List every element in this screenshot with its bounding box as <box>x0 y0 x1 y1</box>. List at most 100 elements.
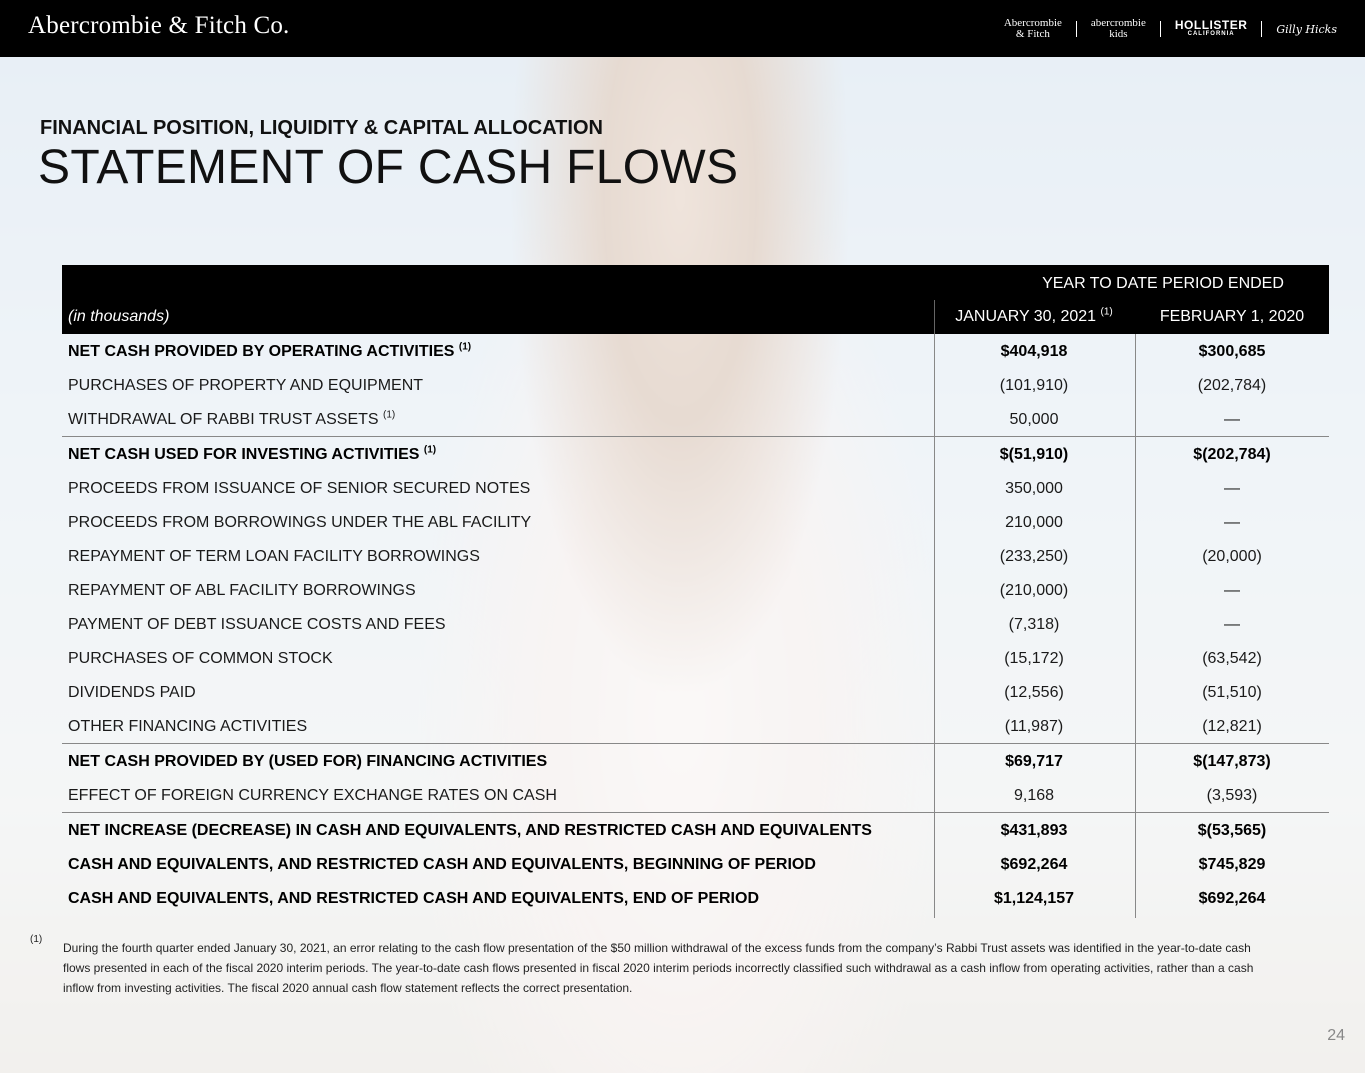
brand-line: HOLLISTER <box>1174 18 1248 32</box>
value-2021: $69,717 <box>1005 753 1063 770</box>
brand-line: CALIFORNIA <box>1187 31 1235 37</box>
value-2020: $300,685 <box>1198 343 1266 360</box>
footnote-ref: (1) <box>383 409 396 421</box>
units-label: (in thousands) <box>68 308 170 325</box>
value-2020: $(53,565) <box>1197 822 1267 839</box>
value-2020: — <box>1224 616 1240 633</box>
value-2020: (202,784) <box>1197 377 1267 394</box>
value-2021: (101,910) <box>999 377 1069 394</box>
row-label-text: NET CASH PROVIDED BY OPERATING ACTIVITIE… <box>68 343 455 360</box>
table-row: NET CASH PROVIDED BY OPERATING ACTIVITIE… <box>62 334 1329 368</box>
table-row: EFFECT OF FOREIGN CURRENCY EXCHANGE RATE… <box>62 778 1329 812</box>
row-label: NET CASH USED FOR INVESTING ACTIVITIES (… <box>68 444 437 464</box>
brand-separator <box>1261 21 1263 37</box>
table-row: CASH AND EQUIVALENTS, AND RESTRICTED CAS… <box>62 881 1329 915</box>
row-label-text: PURCHASES OF PROPERTY AND EQUIPMENT <box>68 377 424 394</box>
table-row: WITHDRAWAL OF RABBI TRUST ASSETS (1) 50,0… <box>62 402 1329 436</box>
row-label-text: CASH AND EQUIVALENTS, AND RESTRICTED CAS… <box>68 890 759 907</box>
row-label: PURCHASES OF PROPERTY AND EQUIPMENT <box>68 377 423 395</box>
value-2021: $(51,910) <box>999 446 1069 463</box>
row-label: PAYMENT OF DEBT ISSUANCE COSTS AND FEES <box>68 616 446 634</box>
section-eyebrow: FINANCIAL POSITION, LIQUIDITY & CAPITAL … <box>40 117 603 139</box>
row-label: EFFECT OF FOREIGN CURRENCY EXCHANGE RATE… <box>68 787 557 805</box>
brand-gilly-hicks: Gilly Hicks <box>1276 24 1337 35</box>
value-2021: $692,264 <box>1000 856 1068 873</box>
table-row: NET CASH USED FOR INVESTING ACTIVITIES (… <box>62 436 1329 471</box>
row-label-text: CASH AND EQUIVALENTS, AND RESTRICTED CAS… <box>68 856 816 873</box>
brand-line: Gilly Hicks <box>1276 22 1337 36</box>
cash-flow-table: YEAR TO DATE PERIOD ENDED (in thousands)… <box>62 265 1329 918</box>
row-label: NET INCREASE (DECREASE) IN CASH AND EQUI… <box>68 822 872 840</box>
row-label: CASH AND EQUIVALENTS, AND RESTRICTED CAS… <box>68 856 816 874</box>
value-2020: (63,542) <box>1202 650 1262 667</box>
row-label: NET CASH PROVIDED BY OPERATING ACTIVITIE… <box>68 341 472 361</box>
table-row: PROCEEDS FROM ISSUANCE OF SENIOR SECURED… <box>62 471 1329 505</box>
value-2020: (20,000) <box>1202 548 1262 565</box>
table-row: PURCHASES OF COMMON STOCK (15,172) (63,542… <box>62 641 1329 675</box>
table-row: CASH AND EQUIVALENTS, AND RESTRICTED CAS… <box>62 847 1329 881</box>
row-label-text: NET INCREASE (DECREASE) IN CASH AND EQUI… <box>68 822 872 839</box>
row-label: CASH AND EQUIVALENTS, AND RESTRICTED CAS… <box>68 890 759 908</box>
brand-abercrombie-fitch: Abercrombie & Fitch <box>1004 18 1062 40</box>
row-label: PROCEEDS FROM ISSUANCE OF SENIOR SECURED… <box>68 480 530 498</box>
page-number: 24 <box>1327 1027 1345 1044</box>
value-2021: (7,318) <box>1008 616 1060 633</box>
value-2021: (15,172) <box>1004 650 1064 667</box>
value-2021: (11,987) <box>1004 718 1064 735</box>
table-row: REPAYMENT OF TERM LOAN FACILITY BORROWIN… <box>62 539 1329 573</box>
table-row: NET CASH PROVIDED BY (USED FOR) FINANCIN… <box>62 743 1329 778</box>
page-title: STATEMENT OF CASH FLOWS <box>38 141 739 194</box>
row-label-text: REPAYMENT OF TERM LOAN FACILITY BORROWIN… <box>68 548 480 565</box>
row-label: OTHER FINANCING ACTIVITIES <box>68 718 307 736</box>
table-row: OTHER FINANCING ACTIVITIES (11,987) (12,82… <box>62 709 1329 743</box>
column-header-text: JANUARY 30, 2021 <box>955 308 1097 325</box>
period-header: YEAR TO DATE PERIOD ENDED <box>1042 275 1284 292</box>
footnote-ref: (1) <box>1100 306 1113 318</box>
value-2021: $1,124,157 <box>993 890 1075 907</box>
value-2020: (51,510) <box>1202 684 1262 701</box>
value-2021: 350,000 <box>1005 480 1063 497</box>
value-2020: — <box>1224 514 1240 531</box>
row-label-text: REPAYMENT OF ABL FACILITY BORROWINGS <box>68 582 416 599</box>
brand-logos: Abercrombie & Fitch abercrombie kids HOL… <box>1004 14 1337 44</box>
row-label: PURCHASES OF COMMON STOCK <box>68 650 333 668</box>
value-2020: — <box>1224 582 1240 599</box>
table-row: NET INCREASE (DECREASE) IN CASH AND EQUI… <box>62 812 1329 847</box>
table-row: PAYMENT OF DEBT ISSUANCE COSTS AND FEES (… <box>62 607 1329 641</box>
table-row: REPAYMENT OF ABL FACILITY BORROWINGS (210… <box>62 573 1329 607</box>
row-label: REPAYMENT OF ABL FACILITY BORROWINGS <box>68 582 416 600</box>
column-header-2021: JANUARY 30, 2021 (1) <box>934 306 1134 326</box>
footnote-ref: (1) <box>458 341 472 353</box>
value-2020: $745,829 <box>1198 856 1266 873</box>
footnote-marker: (1) <box>30 934 43 945</box>
value-2021: $404,918 <box>1000 343 1068 360</box>
row-label-text: WITHDRAWAL OF RABBI TRUST ASSETS <box>68 411 379 428</box>
value-2021: 50,000 <box>1009 411 1059 428</box>
table-header: YEAR TO DATE PERIOD ENDED (in thousands)… <box>62 265 1329 334</box>
row-label: NET CASH PROVIDED BY (USED FOR) FINANCIN… <box>68 753 547 771</box>
row-label: PROCEEDS FROM BORROWINGS UNDER THE ABL F… <box>68 514 531 532</box>
brand-line: kids <box>1109 28 1128 40</box>
brand-abercrombie-kids: abercrombie kids <box>1091 18 1146 40</box>
footnote-text: During the fourth quarter ended January … <box>63 941 1254 995</box>
table-row: PROCEEDS FROM BORROWINGS UNDER THE ABL F… <box>62 505 1329 539</box>
row-label-text: EFFECT OF FOREIGN CURRENCY EXCHANGE RATE… <box>68 787 557 804</box>
value-2021: $431,893 <box>1000 822 1068 839</box>
table-row: DIVIDENDS PAID (12,556) (51,510) <box>62 675 1329 709</box>
value-2020: $(147,873) <box>1193 753 1271 770</box>
row-label: REPAYMENT OF TERM LOAN FACILITY BORROWIN… <box>68 548 480 566</box>
top-bar: Abercrombie & Fitch Co. Abercrombie & Fi… <box>0 0 1365 57</box>
brand-separator <box>1159 21 1161 37</box>
value-2021: (12,556) <box>1004 684 1064 701</box>
footnote-ref: (1) <box>423 444 437 456</box>
row-label: DIVIDENDS PAID <box>68 684 196 702</box>
brand-line: & Fitch <box>1015 28 1050 40</box>
value-2020: (3,593) <box>1206 787 1258 804</box>
table-row: PURCHASES OF PROPERTY AND EQUIPMENT (101,… <box>62 368 1329 402</box>
value-2020: — <box>1224 480 1240 497</box>
company-logo: Abercrombie & Fitch Co. <box>28 12 290 39</box>
value-2020: $692,264 <box>1198 890 1266 907</box>
row-label-text: PURCHASES OF COMMON STOCK <box>68 650 333 667</box>
value-2020: — <box>1224 411 1240 428</box>
row-label-text: OTHER FINANCING ACTIVITIES <box>68 718 308 735</box>
